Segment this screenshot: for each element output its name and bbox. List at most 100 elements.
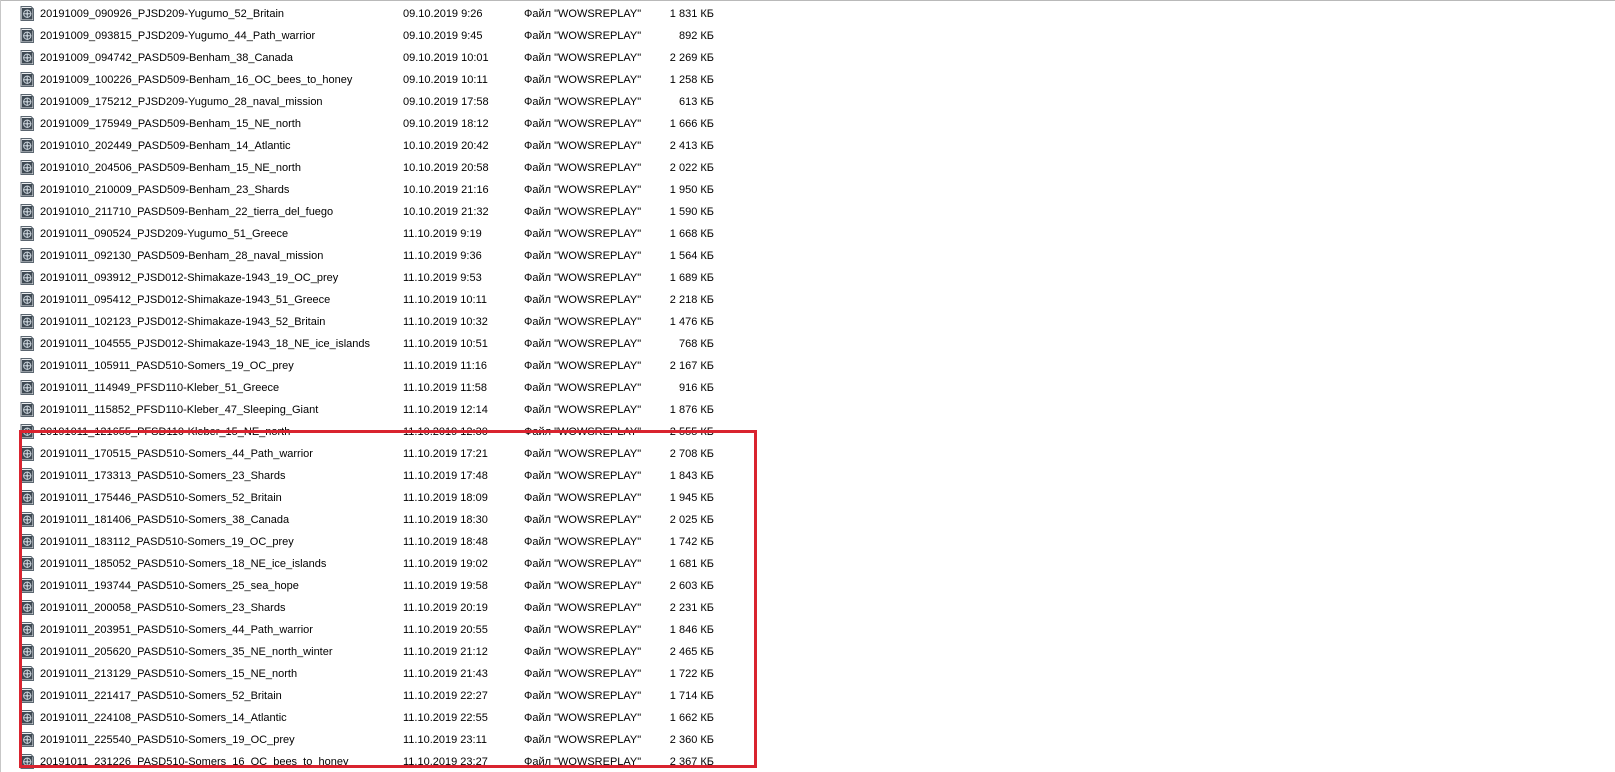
file-row[interactable]: 20191011_221417_PASD510-Somers_52_Britai…	[0, 685, 760, 707]
file-row[interactable]: 20191009_175212_PJSD209-Yugumo_28_naval_…	[0, 91, 760, 113]
file-row[interactable]: 20191011_173313_PASD510-Somers_23_Shards…	[0, 465, 760, 487]
file-date-modified: 09.10.2019 9:26	[403, 8, 483, 20]
file-row[interactable]: 20191009_093815_PJSD209-Yugumo_44_Path_w…	[0, 25, 760, 47]
wowsreplay-file-icon	[20, 556, 34, 571]
file-row[interactable]: 20191011_095412_PJSD012-Shimakaze-1943_5…	[0, 289, 760, 311]
file-name: 20191010_202449_PASD509-Benham_14_Atlant…	[40, 140, 291, 152]
file-name: 20191009_175212_PJSD209-Yugumo_28_naval_…	[40, 96, 323, 108]
file-row[interactable]: 20191009_090926_PJSD209-Yugumo_52_Britai…	[0, 3, 760, 25]
file-name: 20191011_102123_PJSD012-Shimakaze-1943_5…	[40, 316, 326, 328]
file-name: 20191011_115852_PFSD110-Kleber_47_Sleepi…	[40, 404, 319, 416]
file-row[interactable]: 20191009_100226_PASD509-Benham_16_OC_bee…	[0, 69, 760, 91]
file-row[interactable]: 20191011_213129_PASD510-Somers_15_NE_nor…	[0, 663, 760, 685]
top-divider	[0, 0, 1615, 1]
file-row[interactable]: 20191011_185052_PASD510-Somers_18_NE_ice…	[0, 553, 760, 575]
file-row[interactable]: 20191011_093912_PJSD012-Shimakaze-1943_1…	[0, 267, 760, 289]
file-size: 1 876 КБ	[669, 404, 714, 416]
file-date-modified: 11.10.2019 9:53	[403, 272, 482, 284]
file-row[interactable]: 20191010_210009_PASD509-Benham_23_Shards…	[0, 179, 760, 201]
file-size: 1 742 КБ	[669, 536, 714, 548]
wowsreplay-file-icon	[20, 336, 34, 351]
file-row[interactable]: 20191011_231226_PASD510-Somers_16_OC_bee…	[0, 751, 760, 772]
file-name: 20191011_185052_PASD510-Somers_18_NE_ice…	[40, 558, 327, 570]
file-name: 20191010_210009_PASD509-Benham_23_Shards	[40, 184, 290, 196]
file-row[interactable]: 20191011_175446_PASD510-Somers_52_Britai…	[0, 487, 760, 509]
file-name: 20191011_221417_PASD510-Somers_52_Britai…	[40, 690, 282, 702]
wowsreplay-file-icon	[20, 710, 34, 725]
file-date-modified: 11.10.2019 11:58	[403, 382, 488, 394]
wowsreplay-file-icon	[20, 6, 34, 21]
wowsreplay-file-icon	[20, 578, 34, 593]
file-date-modified: 11.10.2019 17:21	[403, 448, 488, 460]
wowsreplay-file-icon	[20, 644, 34, 659]
file-size: 2 413 КБ	[669, 140, 714, 152]
file-size: 2 231 КБ	[669, 602, 714, 614]
wowsreplay-file-icon	[20, 138, 34, 153]
file-size: 1 846 КБ	[669, 624, 714, 636]
file-row[interactable]: 20191010_202449_PASD509-Benham_14_Atlant…	[0, 135, 760, 157]
file-name: 20191011_224108_PASD510-Somers_14_Atlant…	[40, 712, 287, 724]
wowsreplay-file-icon	[20, 50, 34, 65]
file-name: 20191011_093912_PJSD012-Shimakaze-1943_1…	[40, 272, 339, 284]
file-date-modified: 11.10.2019 9:19	[403, 228, 482, 240]
file-name: 20191011_181406_PASD510-Somers_38_Canada	[40, 514, 290, 526]
file-size: 2 603 КБ	[669, 580, 714, 592]
file-name: 20191009_100226_PASD509-Benham_16_OC_bee…	[40, 74, 353, 86]
file-row[interactable]: 20191011_102123_PJSD012-Shimakaze-1943_5…	[0, 311, 760, 333]
file-row[interactable]: 20191011_104555_PJSD012-Shimakaze-1943_1…	[0, 333, 760, 355]
file-row[interactable]: 20191010_204506_PASD509-Benham_15_NE_nor…	[0, 157, 760, 179]
file-row[interactable]: 20191011_121655_PFSD110-Kleber_15_NE_nor…	[0, 421, 760, 443]
file-date-modified: 11.10.2019 10:32	[403, 316, 488, 328]
file-name: 20191011_173313_PASD510-Somers_23_Shards	[40, 470, 286, 482]
file-row[interactable]: 20191011_224108_PASD510-Somers_14_Atlant…	[0, 707, 760, 729]
file-row[interactable]: 20191011_203951_PASD510-Somers_44_Path_w…	[0, 619, 760, 641]
file-name: 20191011_200058_PASD510-Somers_23_Shards	[40, 602, 286, 614]
file-row[interactable]: 20191011_092130_PASD509-Benham_28_naval_…	[0, 245, 760, 267]
file-row[interactable]: 20191011_115852_PFSD110-Kleber_47_Sleepi…	[0, 399, 760, 421]
file-size: 1 590 КБ	[669, 206, 714, 218]
wowsreplay-file-icon	[20, 490, 34, 505]
file-row[interactable]: 20191011_193744_PASD510-Somers_25_sea_ho…	[0, 575, 760, 597]
file-row[interactable]: 20191011_200058_PASD510-Somers_23_Shards…	[0, 597, 760, 619]
file-date-modified: 10.10.2019 21:16	[403, 184, 489, 196]
file-list: 20191009_090926_PJSD209-Yugumo_52_Britai…	[0, 3, 760, 772]
file-size: 1 668 КБ	[669, 228, 714, 240]
file-name: 20191011_092130_PASD509-Benham_28_naval_…	[40, 250, 324, 262]
file-date-modified: 10.10.2019 20:42	[403, 140, 489, 152]
file-row[interactable]: 20191011_090524_PJSD209-Yugumo_51_Greece…	[0, 223, 760, 245]
file-row[interactable]: 20191011_114949_PFSD110-Kleber_51_Greece…	[0, 377, 760, 399]
file-date-modified: 09.10.2019 9:45	[403, 30, 483, 42]
file-row[interactable]: 20191011_225540_PASD510-Somers_19_OC_pre…	[0, 729, 760, 751]
wowsreplay-file-icon	[20, 688, 34, 703]
file-name: 20191009_175949_PASD509-Benham_15_NE_nor…	[40, 118, 301, 130]
file-date-modified: 11.10.2019 18:30	[403, 514, 488, 526]
file-row[interactable]: 20191009_094742_PASD509-Benham_38_Canada…	[0, 47, 760, 69]
file-name: 20191011_205620_PASD510-Somers_35_NE_nor…	[40, 646, 333, 658]
file-date-modified: 11.10.2019 23:27	[403, 756, 488, 768]
file-name: 20191011_231226_PASD510-Somers_16_OC_bee…	[40, 756, 349, 768]
file-row[interactable]: 20191011_181406_PASD510-Somers_38_Canada…	[0, 509, 760, 531]
file-date-modified: 11.10.2019 10:51	[403, 338, 488, 350]
file-size: 1 945 КБ	[669, 492, 714, 504]
file-size: 916 КБ	[678, 382, 714, 394]
file-row[interactable]: 20191010_211710_PASD509-Benham_22_tierra…	[0, 201, 760, 223]
file-size: 1 831 КБ	[669, 8, 714, 20]
file-date-modified: 10.10.2019 20:58	[403, 162, 489, 174]
file-date-modified: 11.10.2019 12:30	[403, 426, 488, 438]
wowsreplay-file-icon	[20, 358, 34, 373]
file-row[interactable]: 20191011_170515_PASD510-Somers_44_Path_w…	[0, 443, 760, 465]
file-date-modified: 11.10.2019 17:48	[403, 470, 488, 482]
file-row[interactable]: 20191009_175949_PASD509-Benham_15_NE_nor…	[0, 113, 760, 135]
wowsreplay-file-icon	[20, 622, 34, 637]
file-row[interactable]: 20191011_183112_PASD510-Somers_19_OC_pre…	[0, 531, 760, 553]
file-size: 2 218 КБ	[669, 294, 714, 306]
file-date-modified: 11.10.2019 21:12	[403, 646, 488, 658]
file-size: 2 025 КБ	[669, 514, 714, 526]
file-row[interactable]: 20191011_105911_PASD510-Somers_19_OC_pre…	[0, 355, 760, 377]
file-row[interactable]: 20191011_205620_PASD510-Somers_35_NE_nor…	[0, 641, 760, 663]
file-size: 2 465 КБ	[669, 646, 714, 658]
file-name: 20191011_104555_PJSD012-Shimakaze-1943_1…	[40, 338, 371, 350]
file-name: 20191011_114949_PFSD110-Kleber_51_Greece	[40, 382, 280, 394]
wowsreplay-file-icon	[20, 226, 34, 241]
file-size: 1 258 КБ	[669, 74, 714, 86]
